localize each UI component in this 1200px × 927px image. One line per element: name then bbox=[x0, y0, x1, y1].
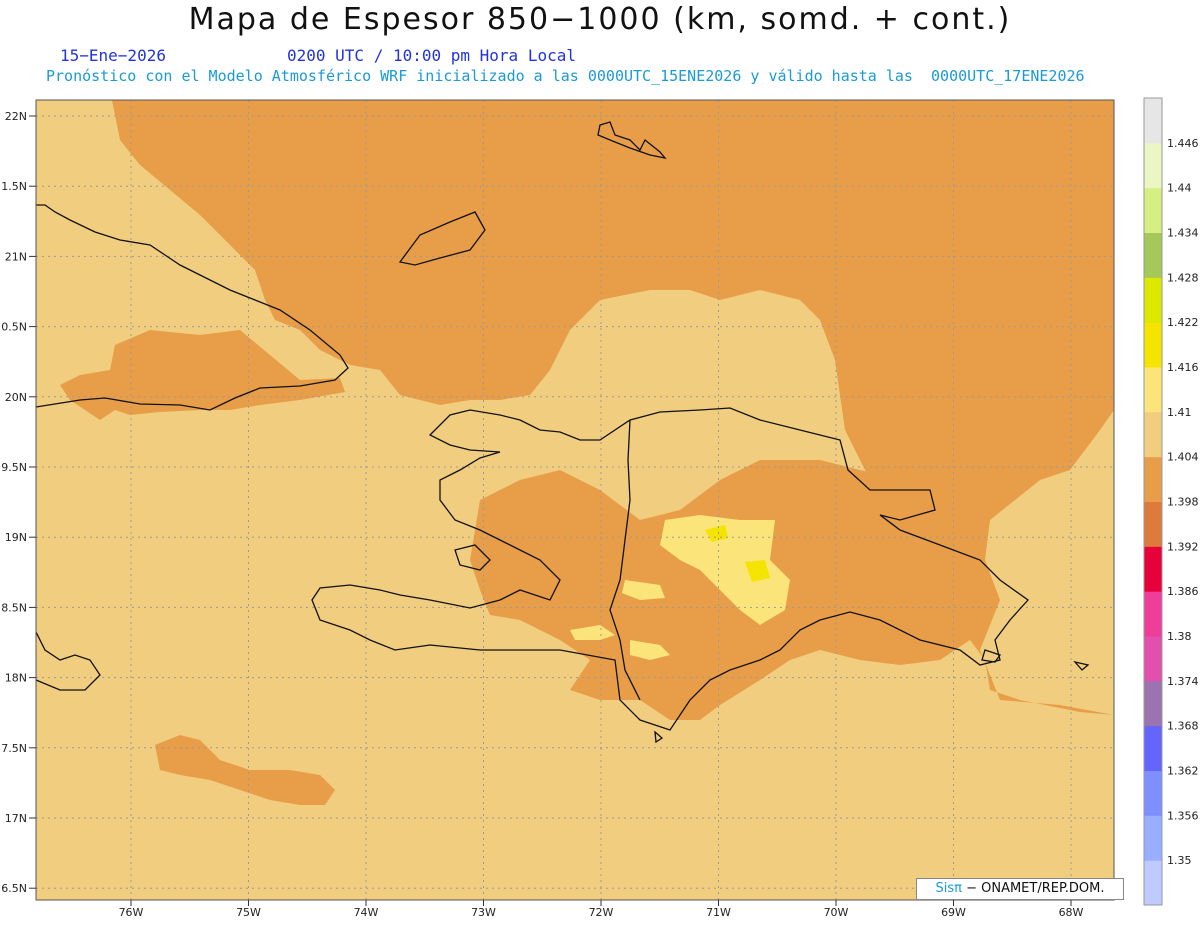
forecast-time: 0200 UTC / 10:00 pm Hora Local bbox=[287, 46, 576, 65]
credit-box: Sisπ − ONAMET/REP.DOM. bbox=[916, 878, 1124, 900]
lon-label: 74W bbox=[354, 906, 379, 919]
lat-label: 17N bbox=[5, 812, 27, 825]
colorbar-label: 1.362 bbox=[1167, 765, 1199, 778]
lat-label: 6.5N bbox=[1, 882, 27, 895]
lon-label: 71W bbox=[706, 906, 731, 919]
lat-label: 18N bbox=[5, 672, 27, 685]
colorbar-label: 1.434 bbox=[1167, 227, 1199, 240]
colorbar-swatch bbox=[1144, 591, 1162, 637]
forecast-description: Pronóstico con el Modelo Atmosférico WRF… bbox=[46, 67, 1085, 85]
colorbar-label: 1.428 bbox=[1167, 271, 1199, 284]
colorbar-label: 1.422 bbox=[1167, 316, 1199, 329]
colorbar-swatch bbox=[1144, 411, 1162, 458]
colorbar-label: 1.386 bbox=[1167, 585, 1199, 598]
colorbar-swatch bbox=[1144, 680, 1162, 727]
colorbar-label: 1.368 bbox=[1167, 720, 1199, 733]
lat-label: 22N bbox=[5, 110, 27, 123]
colorbar-swatch bbox=[1144, 277, 1162, 323]
colorbar-swatch bbox=[1144, 456, 1162, 502]
colorbar-label: 1.41 bbox=[1167, 406, 1192, 419]
forecast-date: 15−Ene−2026 bbox=[60, 46, 166, 65]
colorbar-swatch bbox=[1144, 187, 1162, 233]
colorbar-swatch bbox=[1144, 860, 1162, 906]
lat-label: 0.5N bbox=[1, 321, 27, 334]
lat-label: 1.5N bbox=[1, 180, 27, 193]
colorbar-swatch bbox=[1144, 142, 1162, 189]
colorbar-swatch bbox=[1144, 725, 1162, 771]
colorbar: 1.35 1.356 1.362 1.368 1.374 1.38 1.386 1.392 1.… bbox=[1143, 97, 1199, 906]
map-plot-area bbox=[35, 99, 1115, 901]
colorbar-swatch bbox=[1144, 501, 1162, 547]
colorbar-label: 1.35 bbox=[1167, 854, 1192, 867]
colorbar-swatch bbox=[1144, 232, 1162, 278]
lon-label: 75W bbox=[236, 906, 261, 919]
colorbar-swatch bbox=[1144, 815, 1162, 861]
lat-label: 21N bbox=[5, 250, 27, 263]
lon-label: 76W bbox=[119, 906, 144, 919]
colorbar-label: 1.446 bbox=[1167, 137, 1199, 150]
colorbar-label: 1.38 bbox=[1167, 630, 1192, 643]
colorbar-label: 1.398 bbox=[1167, 496, 1199, 509]
credit-text: − ONAMET/REP.DOM. bbox=[966, 881, 1105, 896]
colorbar-label: 1.356 bbox=[1167, 809, 1199, 822]
map-title: Mapa de Espesor 850−1000 (km, somd. + co… bbox=[188, 2, 1012, 37]
colorbar-label: 1.44 bbox=[1167, 182, 1192, 195]
colorbar-label: 1.392 bbox=[1167, 540, 1199, 553]
colorbar-label: 1.416 bbox=[1167, 361, 1199, 374]
longitude-labels: 76W 75W 74W 73W 72W 71W 70W 69W 68W bbox=[119, 900, 1084, 919]
lon-label: 73W bbox=[471, 906, 496, 919]
lat-label: 20N bbox=[5, 391, 27, 404]
credit-logo: Sisπ bbox=[935, 881, 962, 896]
lat-label: 8.5N bbox=[1, 601, 27, 614]
lon-label: 68W bbox=[1059, 906, 1084, 919]
colorbar-swatch bbox=[1144, 546, 1162, 592]
colorbar-swatch bbox=[1144, 322, 1162, 368]
lon-label: 72W bbox=[589, 906, 614, 919]
lon-label: 69W bbox=[941, 906, 966, 919]
colorbar-label: 1.404 bbox=[1167, 451, 1199, 464]
colorbar-swatch bbox=[1144, 367, 1162, 413]
lat-label: 7.5N bbox=[1, 742, 27, 755]
colorbar-swatch bbox=[1144, 98, 1162, 144]
lat-label: 19N bbox=[5, 531, 27, 544]
colorbar-swatch bbox=[1144, 770, 1162, 816]
colorbar-swatch bbox=[1144, 636, 1162, 682]
lat-label: 9.5N bbox=[1, 461, 27, 474]
lon-label: 70W bbox=[824, 906, 849, 919]
thickness-map: 22N 1.5N 21N 0.5N 20N 9.5N 19N 8.5N 18N 7.5N 17N 6.… bbox=[1, 97, 1199, 919]
latitude-labels: 22N 1.5N 21N 0.5N 20N 9.5N 19N 8.5N 18N 7.5N 17N 6.… bbox=[1, 110, 36, 895]
colorbar-label: 1.374 bbox=[1167, 675, 1199, 688]
